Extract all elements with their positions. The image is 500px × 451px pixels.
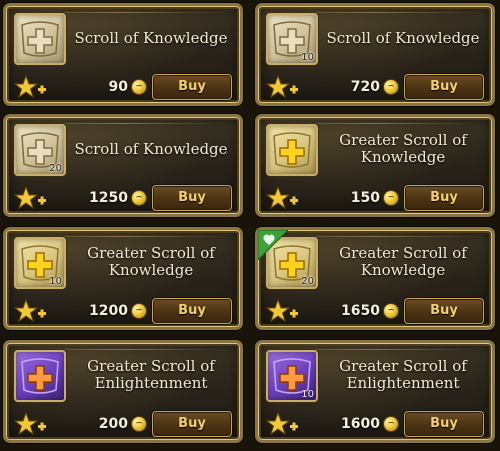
item-title: Scroll of Knowledge <box>326 28 480 47</box>
shop-item-card: 10 Scroll of Knowledge 720 Buy <box>255 3 495 106</box>
buy-button[interactable]: Buy <box>152 411 232 437</box>
greater-scroll-of-knowledge-icon[interactable]: 10 <box>14 237 66 289</box>
shop-item-card: 20 Scroll of Knowledge 1250 Buy <box>3 114 243 217</box>
price-label: 150 <box>350 190 380 206</box>
item-title: Greater Scroll of Knowledge <box>339 131 467 166</box>
quantity-label: 20 <box>49 163 62 174</box>
gold-coin-icon <box>132 80 146 94</box>
scroll-of-knowledge-icon[interactable]: 10 <box>266 13 318 65</box>
star-plus-icon <box>14 74 46 99</box>
scroll-of-knowledge-icon[interactable] <box>14 13 66 65</box>
shop-item-card: Scroll of Knowledge 90 Buy <box>3 3 243 106</box>
buy-button[interactable]: Buy <box>404 185 484 211</box>
gold-coin-icon <box>384 417 398 431</box>
buy-button[interactable]: Buy <box>404 298 484 324</box>
price-label: 90 <box>108 79 128 95</box>
greater-scroll-of-knowledge-icon[interactable] <box>266 124 318 176</box>
buy-button[interactable]: Buy <box>404 411 484 437</box>
shop-item-card: 10 Greater Scroll of Knowledge 1200 Buy <box>3 227 243 330</box>
item-title: Greater Scroll of Enlightenment <box>87 357 215 392</box>
gold-coin-icon <box>384 304 398 318</box>
star-plus-icon <box>14 411 46 436</box>
price-label: 720 <box>350 79 380 95</box>
star-plus-icon <box>266 74 298 99</box>
price-label: 1600 <box>341 416 380 432</box>
shop-item-grid: Scroll of Knowledge 90 Buy 10 Scroll of … <box>0 0 500 451</box>
gold-coin-icon <box>132 304 146 318</box>
item-title: Greater Scroll of Knowledge <box>87 244 215 279</box>
star-plus-icon <box>14 185 46 210</box>
gold-coin-icon <box>132 417 146 431</box>
item-title: Greater Scroll of Knowledge <box>339 244 467 279</box>
shop-item-card: Greater Scroll of Knowledge 150 Buy <box>255 114 495 217</box>
quantity-label: 10 <box>301 52 314 63</box>
star-plus-icon <box>266 411 298 436</box>
price-label: 1200 <box>89 303 128 319</box>
price-label: 1650 <box>341 303 380 319</box>
buy-button[interactable]: Buy <box>404 74 484 100</box>
gold-coin-icon <box>132 191 146 205</box>
greater-scroll-of-enlightenment-icon[interactable]: 10 <box>266 350 318 402</box>
shop-item-card: 20 Greater Scroll of Knowledge 1650 Buy <box>255 227 495 330</box>
scroll-of-knowledge-icon[interactable]: 20 <box>14 124 66 176</box>
quantity-label: 10 <box>49 276 62 287</box>
greater-scroll-of-enlightenment-icon[interactable] <box>14 350 66 402</box>
star-plus-icon <box>266 185 298 210</box>
price-label: 200 <box>98 416 128 432</box>
quantity-label: 10 <box>301 389 314 400</box>
buy-button[interactable]: Buy <box>152 74 232 100</box>
shop-item-card: Greater Scroll of Enlightenment 200 Buy <box>3 340 243 443</box>
star-plus-icon <box>266 298 298 323</box>
item-title: Greater Scroll of Enlightenment <box>339 357 467 392</box>
gold-coin-icon <box>384 191 398 205</box>
shop-item-card: 10 Greater Scroll of Enlightenment 1600 … <box>255 340 495 443</box>
favorite-heart-icon <box>258 230 288 260</box>
gold-coin-icon <box>384 80 398 94</box>
buy-button[interactable]: Buy <box>152 298 232 324</box>
item-title: Scroll of Knowledge <box>74 28 228 47</box>
quantity-label: 20 <box>301 276 314 287</box>
item-title: Scroll of Knowledge <box>74 139 228 158</box>
buy-button[interactable]: Buy <box>152 185 232 211</box>
star-plus-icon <box>14 298 46 323</box>
price-label: 1250 <box>89 190 128 206</box>
